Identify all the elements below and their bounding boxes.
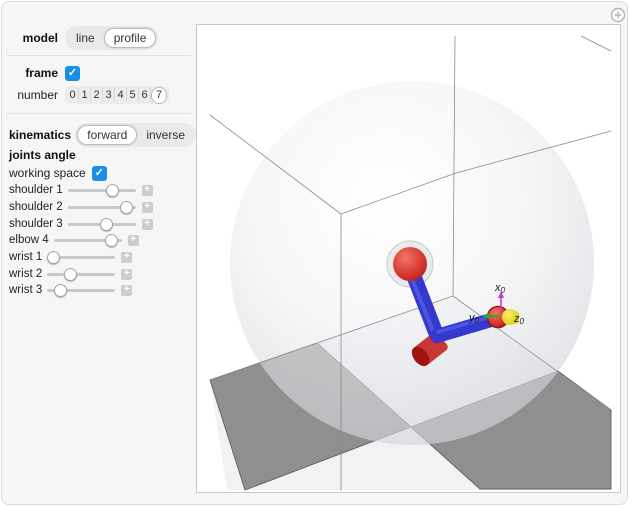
slider-expander-icon[interactable]: + (121, 268, 133, 280)
slider-thumb[interactable] (54, 283, 68, 297)
slider-row-wrist-2: wrist 2 + (9, 267, 189, 281)
slider-row-shoulder-2: shoulder 2 + (9, 200, 189, 214)
manipulate-panel: model line profile frame ✓ number 0 1 2 … (1, 1, 628, 505)
slider-thumb[interactable] (46, 250, 60, 264)
working-space-checkbox[interactable]: ✓ (91, 165, 107, 181)
slider-thumb[interactable] (104, 233, 118, 247)
slider-expander-icon[interactable]: + (127, 234, 139, 246)
shoulder-3-slider[interactable] (67, 217, 136, 231)
kinematics-option-inverse[interactable]: inverse (137, 126, 194, 144)
model-label: model (22, 31, 58, 45)
divider (7, 55, 191, 56)
wrist-3-slider[interactable] (47, 283, 116, 297)
slider-thumb[interactable] (106, 183, 120, 197)
wrist-1-slider[interactable] (46, 250, 116, 264)
controls-sidebar: model line profile frame ✓ number 0 1 2 … (2, 2, 196, 504)
slider-expander-icon[interactable]: + (121, 251, 133, 263)
model-toggler: line profile (65, 26, 159, 50)
number-option-2[interactable]: 2 (91, 88, 103, 102)
slider-expander-icon[interactable]: + (141, 184, 153, 196)
slider-label: shoulder 1 (9, 184, 63, 196)
joints-angle-heading: joints angle (9, 148, 76, 162)
shoulder-1-slider[interactable] (67, 183, 136, 197)
model-option-profile[interactable]: profile (103, 28, 157, 48)
model-option-line[interactable]: line (67, 29, 104, 47)
shoulder-joint (393, 247, 427, 281)
slider-expander-icon[interactable]: + (141, 218, 153, 230)
frame-checkbox[interactable]: ✓ (65, 65, 80, 81)
slider-row-shoulder-3: shoulder 3 + (9, 217, 189, 231)
slider-thumb[interactable] (119, 200, 133, 214)
slider-label: wrist 3 (9, 284, 43, 296)
working-space-label: working space (9, 166, 86, 180)
number-option-5[interactable]: 5 (127, 88, 139, 102)
slider-label: wrist 1 (9, 251, 43, 263)
elbow-4-slider[interactable] (53, 233, 122, 247)
slider-label: shoulder 2 (9, 201, 63, 213)
slider-label: shoulder 3 (9, 218, 63, 230)
number-option-7[interactable]: 7 (151, 86, 167, 104)
kinematics-toggler: forward inverse (75, 123, 196, 147)
frame-label: frame (25, 66, 58, 80)
slider-label: wrist 2 (9, 268, 43, 280)
divider (7, 113, 191, 114)
slider-thumb[interactable] (63, 267, 77, 281)
slider-row-elbow-4: elbow 4 + (9, 233, 189, 247)
number-option-4[interactable]: 4 (115, 88, 127, 102)
graphics3d-viewport[interactable]: x0 y0 z0 (196, 24, 621, 493)
number-option-1[interactable]: 1 (79, 88, 91, 102)
number-label: number (17, 88, 58, 102)
number-option-0[interactable]: 0 (67, 88, 79, 102)
shoulder-2-slider[interactable] (67, 200, 136, 214)
wrist-2-slider[interactable] (47, 267, 116, 281)
slider-expander-icon[interactable]: + (121, 284, 133, 296)
kinematics-option-forward[interactable]: forward (77, 125, 138, 145)
number-setter-bar: 0 1 2 3 4 5 6 7 (65, 86, 169, 104)
slider-label: elbow 4 (9, 234, 49, 246)
slider-thumb[interactable] (99, 217, 113, 231)
number-option-6[interactable]: 6 (139, 88, 151, 102)
slider-row-wrist-1: wrist 1 + (9, 250, 189, 264)
options-plus-icon[interactable] (610, 7, 626, 23)
kinematics-label: kinematics (9, 128, 72, 142)
slider-row-wrist-3: wrist 3 + (9, 283, 189, 297)
slider-expander-icon[interactable]: + (141, 201, 153, 213)
number-option-3[interactable]: 3 (103, 88, 115, 102)
slider-row-shoulder-1: shoulder 1 + (9, 183, 189, 197)
robot-arm-scene[interactable]: x0 y0 z0 (197, 25, 620, 492)
